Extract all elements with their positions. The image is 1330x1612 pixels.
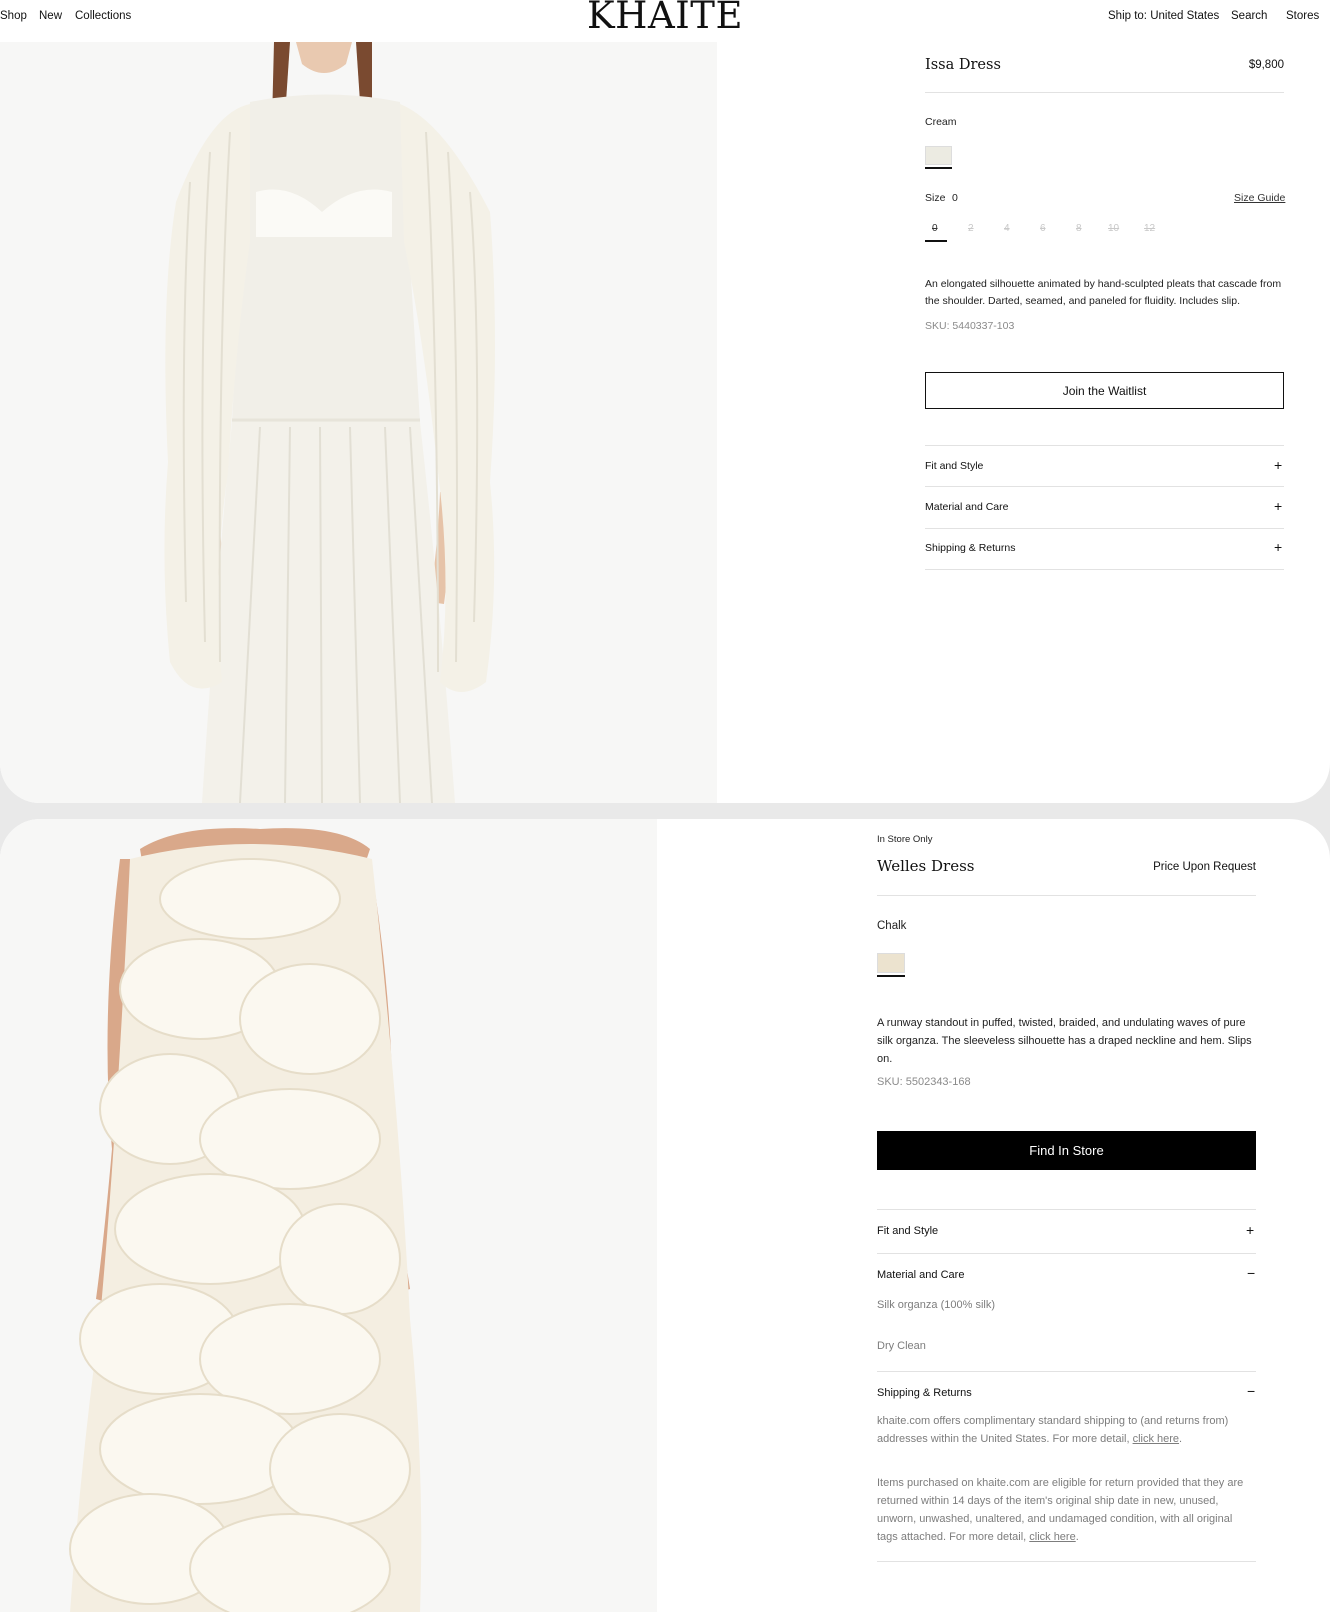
product-description: An elongated silhouette animated by hand… [925,278,1282,307]
material-composition: Silk organza (100% silk) [877,1299,995,1311]
minus-icon[interactable]: − [1247,1383,1255,1399]
find-in-store-button[interactable]: Find In Store [877,1131,1256,1170]
size-option-10[interactable]: 10 [1108,223,1119,234]
accordion-material-and-care[interactable]: Material and Care [877,1269,964,1281]
size-option-12[interactable]: 12 [1144,223,1155,234]
plus-icon[interactable]: + [1246,1222,1254,1238]
accordion-shipping-returns[interactable]: Shipping & Returns [877,1387,972,1399]
product-price: Price Upon Request [1153,861,1256,873]
size-option-0[interactable]: 0 [932,223,938,234]
accordion-shipping-returns[interactable]: Shipping & Returns [925,542,1015,554]
care-instructions: Dry Clean [877,1340,926,1352]
returns-period: . [1075,1531,1079,1543]
join-waitlist-button[interactable]: Join the Waitlist [925,372,1284,409]
size-value: 0 [952,192,958,204]
product-price: $9,800 [1248,59,1284,71]
divider [877,1209,1256,1210]
color-swatch-cream[interactable] [925,146,952,165]
shipping-click-here-link[interactable]: click here [1133,1433,1179,1445]
size-option-8[interactable]: 8 [1076,223,1082,234]
product-name: Welles Dress [877,857,975,875]
product-image-issa[interactable] [0,42,717,803]
returns-click-here-link[interactable]: click here [1029,1531,1075,1543]
divider [925,486,1284,487]
plus-icon[interactable]: + [1274,498,1282,514]
divider [925,445,1284,446]
availability-label: In Store Only [877,834,933,845]
size-option-6[interactable]: 6 [1040,223,1046,234]
nav-search[interactable]: Search [1231,10,1267,22]
swatch-selected-indicator [877,975,905,977]
divider [925,92,1284,93]
size-guide-link[interactable]: Size Guide [1234,192,1285,204]
color-swatch-chalk[interactable] [877,953,905,973]
accordion-fit-and-style[interactable]: Fit and Style [877,1225,938,1237]
dress-illustration-welles [69,828,422,1612]
shipping-period: . [1179,1433,1183,1445]
product-card-issa: Shop New Collections KHAITE Ship to: Uni… [0,0,1330,803]
size-option-2[interactable]: 2 [968,223,974,234]
color-label: Chalk [877,920,907,932]
swatch-selected-indicator [925,167,952,169]
product-description: A runway standout in puffed, twisted, br… [877,1017,1252,1065]
divider [925,528,1284,529]
nav-stores[interactable]: Stores [1286,10,1319,22]
minus-icon[interactable]: − [1247,1265,1255,1281]
product-sku: SKU: 5440337-103 [925,320,1015,332]
shipping-policy-text: khaite.com offers complimentary standard… [877,1412,1249,1448]
nav-ship-to[interactable]: Ship to: United States [1108,10,1219,22]
size-option-4[interactable]: 4 [1004,223,1010,234]
product-name: Issa Dress [925,57,1001,73]
product-sku: SKU: 5502343-168 [877,1076,971,1088]
plus-icon[interactable]: + [1274,457,1282,473]
size-selected-indicator [925,240,947,242]
divider [877,1253,1256,1254]
accordion-fit-and-style[interactable]: Fit and Style [925,460,983,472]
product-card-welles: In Store Only Welles Dress Price Upon Re… [0,819,1330,1612]
product-image-welles[interactable] [0,819,657,1612]
color-label: Cream [925,116,957,128]
returns-policy-text: Items purchased on khaite.com are eligib… [877,1474,1249,1546]
dress-illustration-issa [164,42,495,803]
divider [877,1371,1256,1372]
top-nav: Shop New Collections KHAITE Ship to: Uni… [0,0,1330,42]
plus-icon[interactable]: + [1274,539,1282,555]
divider [925,569,1284,570]
accordion-material-and-care[interactable]: Material and Care [925,501,1008,513]
divider [877,1561,1256,1562]
divider [877,895,1256,896]
size-label: Size [925,192,946,204]
